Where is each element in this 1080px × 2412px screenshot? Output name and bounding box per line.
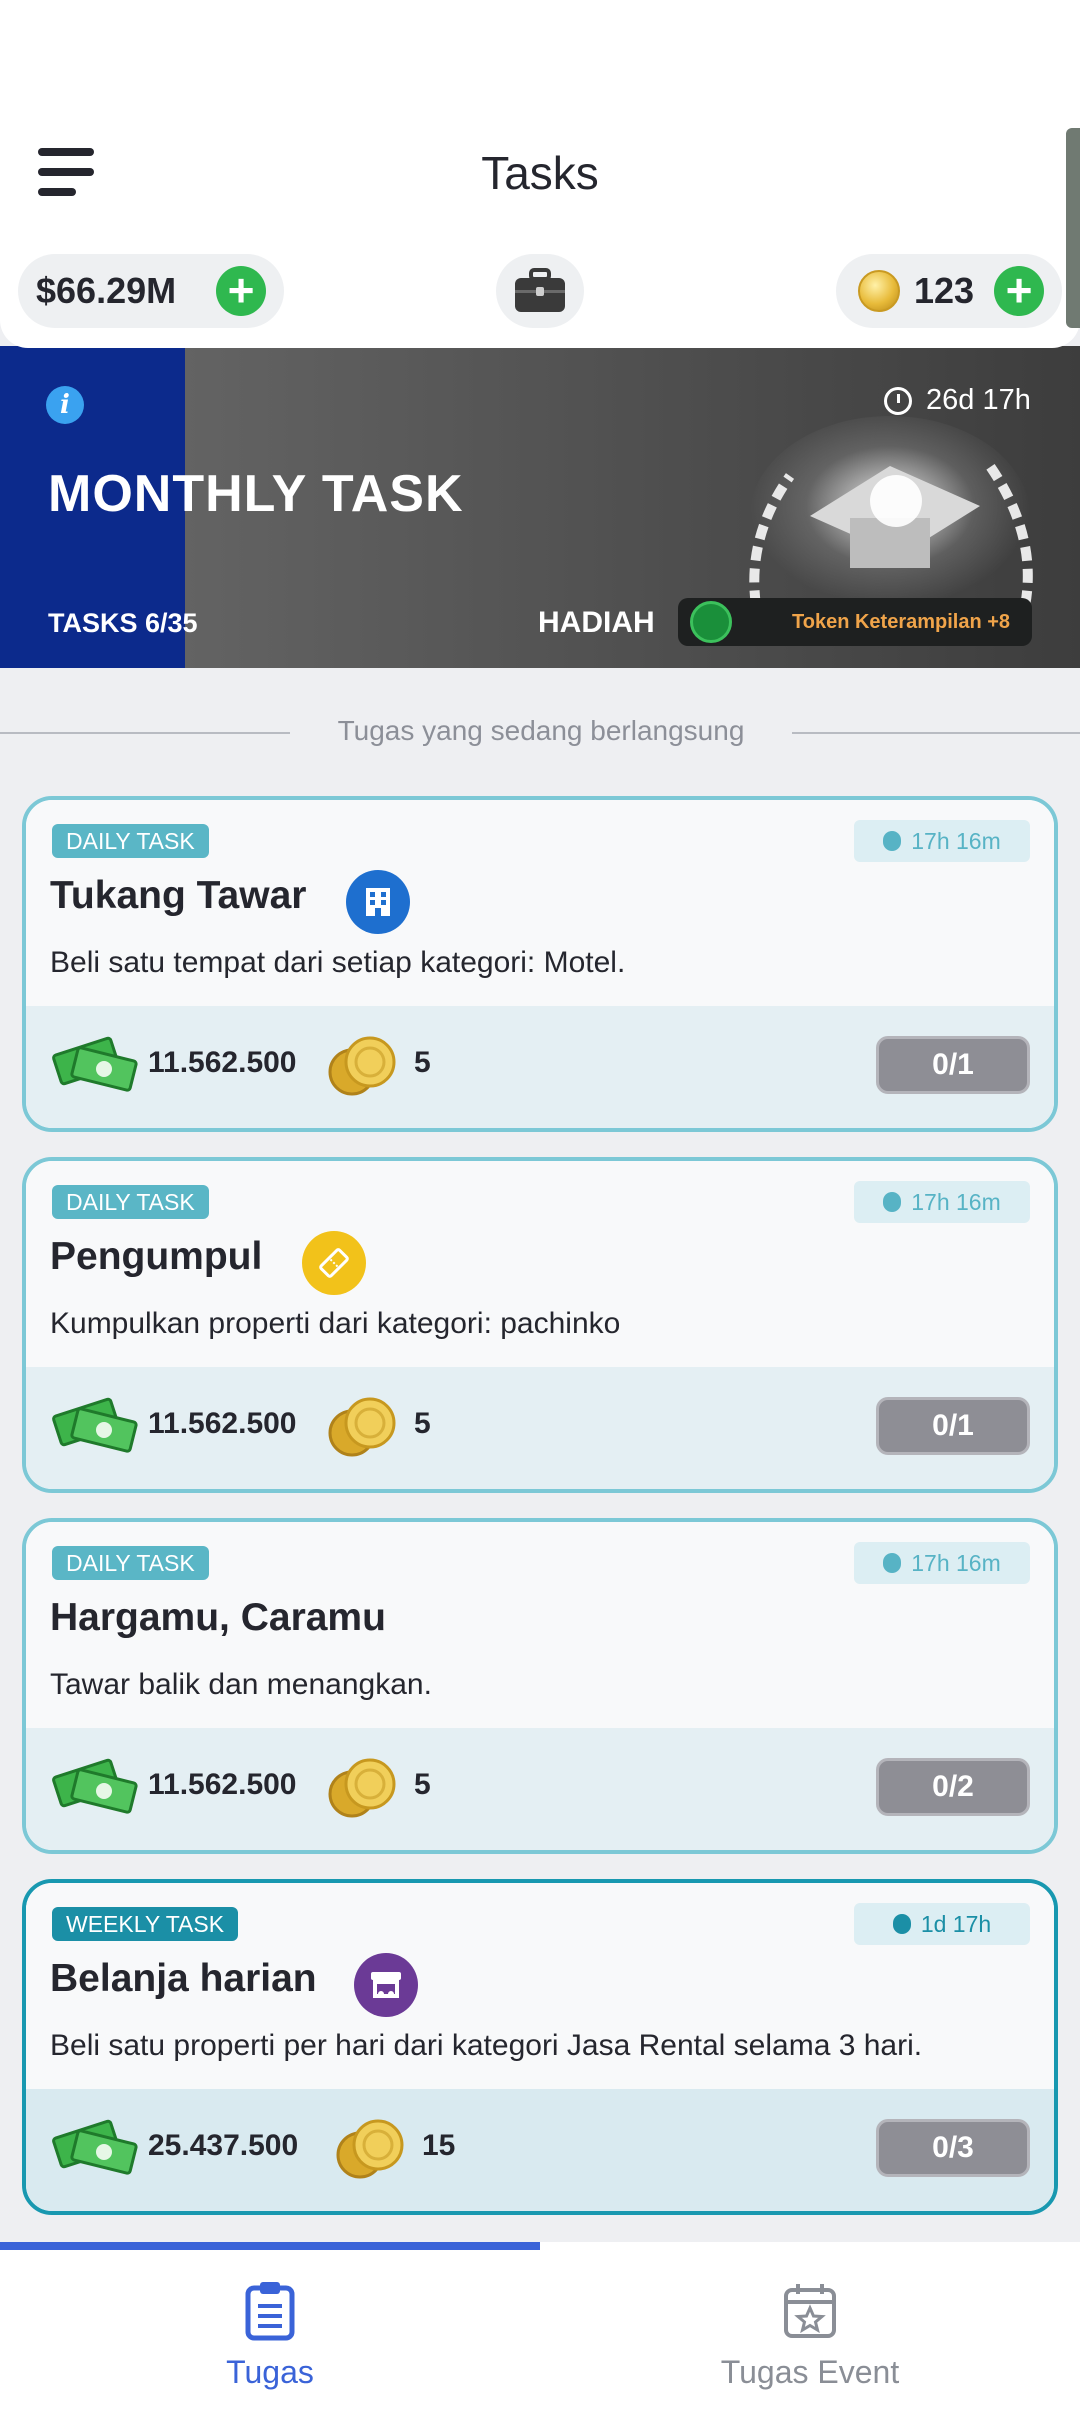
cash-icon bbox=[52, 1036, 138, 1092]
task-description: Kumpulkan properti dari kategori: pachin… bbox=[50, 1307, 621, 1340]
task-title: Pengumpul bbox=[50, 1235, 263, 1278]
cash-reward-value: 11.562.500 bbox=[148, 1768, 297, 1801]
task-type-badge: WEEKLY TASK bbox=[52, 1907, 239, 1941]
task-title: Hargamu, Caramu bbox=[50, 1596, 386, 1639]
coin-reward-value: 5 bbox=[414, 1768, 431, 1801]
task-card[interactable]: DAILY TASK 17h 16m Hargamu, Caramu Tawar… bbox=[22, 1518, 1058, 1854]
task-description: Tawar balik dan menangkan. bbox=[50, 1668, 432, 1701]
add-coins-button[interactable]: + bbox=[994, 266, 1044, 316]
task-type-badge: DAILY TASK bbox=[52, 824, 209, 858]
clipboard-icon bbox=[245, 2282, 295, 2341]
briefcase-button[interactable] bbox=[496, 254, 584, 328]
coin-value: 123 bbox=[914, 270, 975, 311]
coins-icon bbox=[328, 1758, 396, 1818]
task-rewards: 11.562.500 5 0/1 bbox=[26, 1006, 1054, 1128]
cash-reward-value: 11.562.500 bbox=[148, 1046, 297, 1079]
stopwatch-icon bbox=[883, 1192, 902, 1212]
task-rewards: 11.562.500 5 0/2 bbox=[26, 1728, 1054, 1850]
money-value: $66.29M bbox=[36, 270, 177, 311]
task-progress-button[interactable]: 0/1 bbox=[876, 1036, 1030, 1094]
tab-tugas-label: Tugas bbox=[226, 2354, 314, 2390]
task-progress-button[interactable]: 0/2 bbox=[876, 1758, 1030, 1816]
reward-item[interactable]: Token Keterampilan +8 bbox=[678, 598, 1032, 646]
task-type-badge: DAILY TASK bbox=[52, 1185, 209, 1219]
coin-reward-value: 5 bbox=[414, 1046, 431, 1079]
coins-icon bbox=[328, 1036, 396, 1096]
reward-item-text: Token Keterampilan +8 bbox=[792, 610, 1011, 633]
rental-shop-icon bbox=[354, 1953, 418, 2017]
ticket-icon bbox=[302, 1231, 366, 1295]
cash-reward-value: 11.562.500 bbox=[148, 1407, 297, 1440]
task-title: Tukang Tawar bbox=[50, 874, 307, 917]
task-description: Beli satu properti per hari dari kategor… bbox=[50, 2029, 923, 2062]
coins-icon bbox=[336, 2119, 404, 2179]
coin-reward-value: 15 bbox=[422, 2129, 456, 2162]
task-timer: 17h 16m bbox=[854, 1181, 1030, 1223]
status-bar bbox=[0, 0, 1080, 108]
bottom-nav: Tugas Tugas Event bbox=[0, 2242, 1080, 2412]
task-timer: 1d 17h bbox=[854, 1903, 1030, 1945]
reward-label: HADIAH bbox=[538, 606, 655, 639]
skill-token-icon bbox=[690, 601, 732, 643]
scrollbar[interactable] bbox=[1066, 128, 1080, 328]
task-progress-button[interactable]: 0/3 bbox=[876, 2119, 1030, 2177]
header: Tasks $66.29M + 123 + bbox=[0, 108, 1080, 348]
banner-title: MONTHLY TASK bbox=[48, 465, 464, 523]
tab-tugas-event-label: Tugas Event bbox=[720, 2354, 900, 2390]
task-timer-text: 17h 16m bbox=[911, 1549, 1001, 1576]
coin-icon bbox=[858, 270, 900, 312]
task-card[interactable]: WEEKLY TASK 1d 17h Belanja harian Beli s… bbox=[22, 1879, 1058, 2215]
monthly-task-banner[interactable]: i MONTHLY TASK TASKS 6/35 26d 17h HADIAH… bbox=[0, 346, 1080, 668]
stopwatch-icon bbox=[883, 1553, 902, 1573]
banner-tasks-progress: TASKS 6/35 bbox=[48, 608, 198, 638]
task-timer: 17h 16m bbox=[854, 1542, 1030, 1584]
page-title: Tasks bbox=[481, 147, 599, 199]
stopwatch-icon bbox=[883, 831, 902, 851]
section-divider: Tugas yang sedang berlangsung bbox=[0, 713, 1080, 753]
building-icon bbox=[346, 870, 410, 934]
task-progress-button[interactable]: 0/1 bbox=[876, 1397, 1030, 1455]
section-title: Tugas yang sedang berlangsung bbox=[337, 715, 745, 746]
task-timer-text: 1d 17h bbox=[920, 1910, 992, 1937]
cash-icon bbox=[52, 1397, 138, 1453]
cash-reward-value: 25.437.500 bbox=[148, 2129, 299, 2162]
task-rewards: 25.437.500 15 0/3 bbox=[26, 2089, 1054, 2211]
briefcase-icon bbox=[515, 268, 565, 312]
cash-icon bbox=[52, 1758, 138, 1814]
task-title: Belanja harian bbox=[50, 1957, 317, 2000]
coin-reward-value: 5 bbox=[414, 1407, 431, 1440]
stopwatch-icon bbox=[892, 1914, 911, 1934]
coin-balance[interactable]: 123 + bbox=[836, 254, 1062, 328]
task-timer-text: 17h 16m bbox=[911, 1188, 1001, 1215]
tab-tugas[interactable]: Tugas bbox=[0, 2242, 540, 2412]
calendar-star-icon bbox=[784, 2284, 836, 2338]
task-type-badge: DAILY TASK bbox=[52, 1546, 209, 1580]
cash-icon bbox=[52, 2119, 138, 2175]
money-balance[interactable]: $66.29M + bbox=[18, 254, 284, 328]
task-description: Beli satu tempat dari setiap kategori: M… bbox=[50, 946, 626, 979]
task-card[interactable]: DAILY TASK 17h 16m Tukang Tawar Beli sat… bbox=[22, 796, 1058, 1132]
task-timer-text: 17h 16m bbox=[911, 827, 1001, 854]
tab-tugas-event[interactable]: Tugas Event bbox=[540, 2242, 1080, 2412]
task-card[interactable]: DAILY TASK 17h 16m Pengumpul Kumpulkan p… bbox=[22, 1157, 1058, 1493]
info-icon[interactable]: i bbox=[46, 386, 84, 424]
task-rewards: 11.562.500 5 0/1 bbox=[26, 1367, 1054, 1489]
coins-icon bbox=[328, 1397, 396, 1457]
task-timer: 17h 16m bbox=[854, 820, 1030, 862]
add-money-button[interactable]: + bbox=[216, 266, 266, 316]
